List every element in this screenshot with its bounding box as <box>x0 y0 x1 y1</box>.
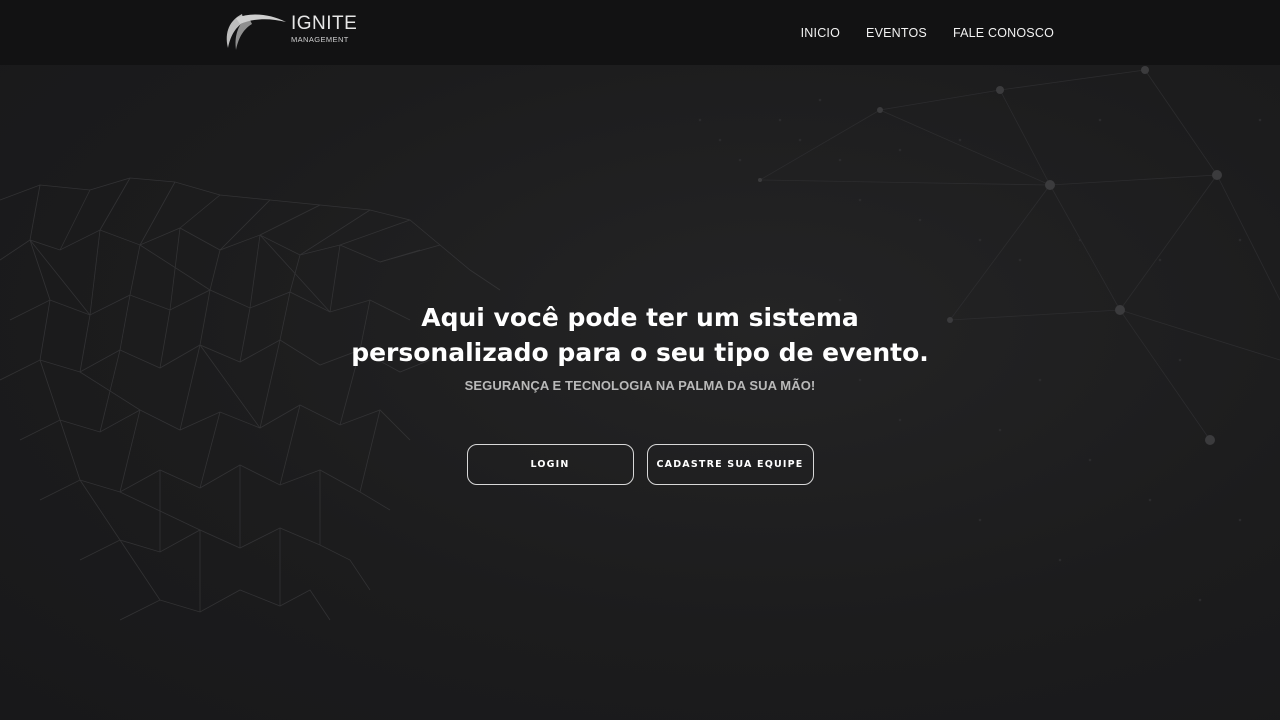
hero-headline: Aqui você pode ter um sistema personaliz… <box>0 300 1280 370</box>
hero-headline-line2: personalizado para o seu tipo de evento. <box>351 338 929 367</box>
hero-actions: LOGIN CADASTRE SUA EQUIPE <box>0 444 1280 485</box>
hero-tagline: SEGURANÇA E TECNOLOGIA NA PALMA DA SUA M… <box>464 378 816 393</box>
register-team-button[interactable]: CADASTRE SUA EQUIPE <box>646 444 814 485</box>
landing-page: IGNITE MANAGEMENT INICIO EVENTOS FALE CO… <box>0 0 1280 720</box>
hero-section: Aqui você pode ter um sistema personaliz… <box>0 300 1280 393</box>
top-navigation-bar: IGNITE MANAGEMENT INICIO EVENTOS FALE CO… <box>0 0 1280 65</box>
swoosh-logo-icon <box>226 14 286 50</box>
login-button[interactable]: LOGIN <box>466 444 634 485</box>
main-nav: INICIO EVENTOS FALE CONOSCO <box>801 0 1054 65</box>
nav-inicio[interactable]: INICIO <box>801 26 840 40</box>
logo-brand: IGNITE <box>291 13 358 34</box>
logo-subtitle: MANAGEMENT <box>291 35 349 44</box>
hero-headline-line1: Aqui você pode ter um sistema <box>421 303 859 332</box>
ignite-logo[interactable]: IGNITE MANAGEMENT <box>222 8 372 56</box>
nav-eventos[interactable]: EVENTOS <box>866 26 927 40</box>
nav-fale-conosco[interactable]: FALE CONOSCO <box>953 26 1054 40</box>
